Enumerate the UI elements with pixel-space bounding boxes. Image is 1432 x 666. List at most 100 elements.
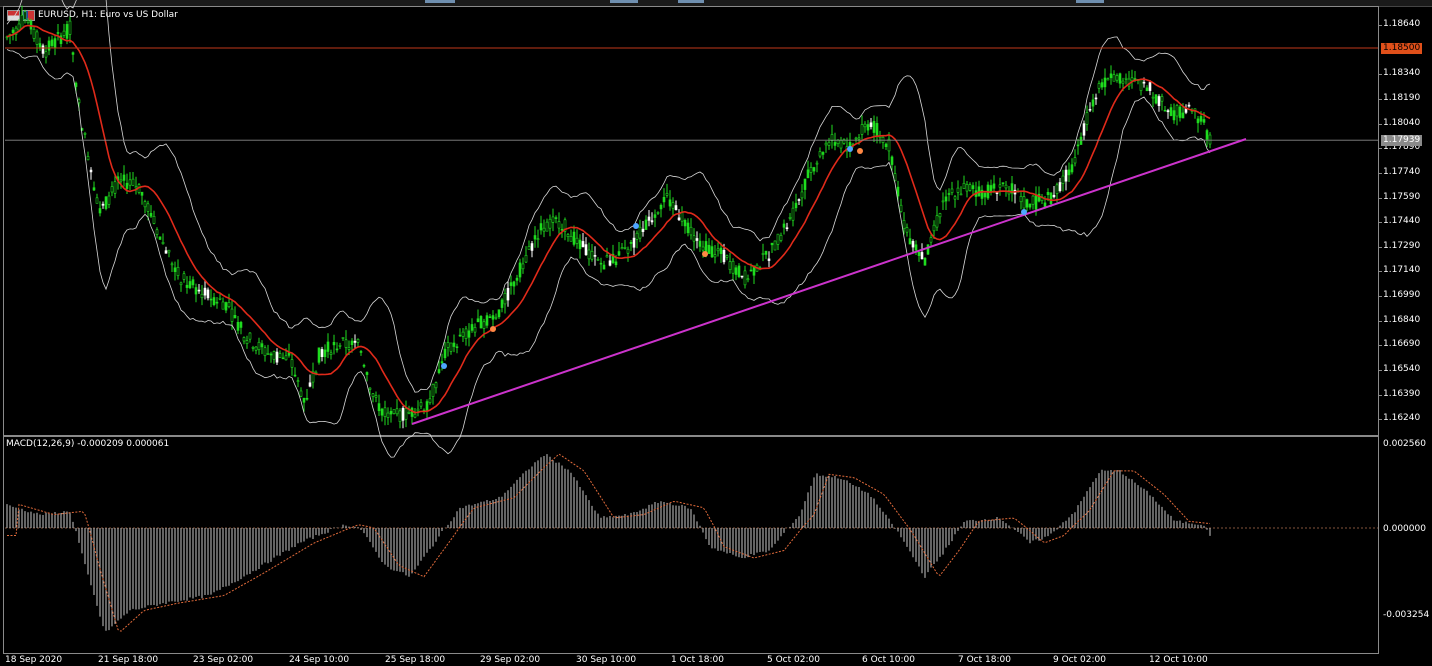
candle-body xyxy=(17,23,21,31)
candle-body xyxy=(74,82,78,87)
candle-body xyxy=(1106,78,1110,81)
candle-body xyxy=(1022,196,1026,209)
candle-body xyxy=(242,337,246,342)
candle-body xyxy=(1196,118,1200,124)
candle-body xyxy=(62,30,66,36)
trade-marker-icon xyxy=(847,146,853,152)
candle-body xyxy=(248,332,252,340)
candle-body xyxy=(785,227,789,230)
candle-body xyxy=(1025,199,1029,208)
candle-body xyxy=(737,265,741,277)
chart-canvas[interactable] xyxy=(0,0,1432,666)
candle-body xyxy=(356,339,360,343)
candle-body xyxy=(1178,106,1182,118)
candle-body xyxy=(1166,110,1170,113)
candle-body xyxy=(341,337,345,339)
candle-body xyxy=(944,196,948,202)
candle-body xyxy=(278,353,282,358)
candle-body xyxy=(1157,96,1161,106)
candle-body xyxy=(38,43,42,48)
candle-body xyxy=(1088,108,1092,111)
candle-body xyxy=(1058,182,1062,192)
candle-body xyxy=(362,364,366,367)
moving-average-line xyxy=(6,24,1211,414)
candle-body xyxy=(641,228,645,232)
candle-body xyxy=(410,407,414,417)
candle-body xyxy=(161,241,165,245)
candle-body xyxy=(809,166,813,173)
candle-body xyxy=(914,244,918,251)
candle-body xyxy=(668,199,672,207)
candle-body xyxy=(632,237,636,248)
candle-body xyxy=(128,179,132,186)
candle-body xyxy=(413,413,417,418)
candle-body xyxy=(404,408,408,420)
candle-body xyxy=(1160,96,1164,102)
candle-body xyxy=(599,262,603,265)
candle-body xyxy=(386,412,390,418)
candle-body xyxy=(1076,144,1080,147)
candle-body xyxy=(65,24,69,39)
candle-body xyxy=(464,328,468,339)
candle-body xyxy=(533,235,537,240)
candle-body xyxy=(776,233,780,245)
candle-body xyxy=(1052,194,1056,198)
candle-body xyxy=(458,334,462,337)
candle-body xyxy=(488,316,492,319)
candle-body xyxy=(293,374,297,377)
candle-body xyxy=(275,351,279,363)
candle-body xyxy=(1103,77,1107,88)
candle-body xyxy=(323,349,327,358)
candle-body xyxy=(1118,73,1122,84)
trade-marker-icon xyxy=(633,223,639,229)
candle-body xyxy=(152,216,156,224)
candle-body xyxy=(749,269,753,272)
candle-body xyxy=(191,279,195,286)
candle-body xyxy=(1031,195,1035,205)
candle-body xyxy=(446,342,450,348)
candle-body xyxy=(77,99,81,104)
candle-body xyxy=(461,331,465,337)
candle-body xyxy=(968,184,972,191)
candle-body xyxy=(491,315,495,320)
candle-body xyxy=(1001,182,1005,184)
candle-body xyxy=(1115,75,1119,81)
candle-body xyxy=(557,221,561,229)
candle-body xyxy=(635,232,639,240)
candle-body xyxy=(788,217,792,219)
candle-body xyxy=(398,410,402,422)
candle-body xyxy=(1079,136,1083,145)
candle-body xyxy=(182,273,186,280)
candle-body xyxy=(389,411,393,415)
candle-body xyxy=(650,220,654,223)
candle-body xyxy=(1202,119,1206,123)
candle-body xyxy=(1169,107,1173,116)
candle-body xyxy=(593,255,597,257)
candle-body xyxy=(983,192,987,198)
candle-body xyxy=(473,327,477,333)
candle-body xyxy=(923,257,927,266)
candle-body xyxy=(566,234,570,237)
candle-body xyxy=(524,255,528,263)
candle-body xyxy=(395,408,399,415)
candle-body xyxy=(728,261,732,270)
candle-body xyxy=(1061,175,1065,184)
candle-body xyxy=(1046,191,1050,195)
candle-body xyxy=(899,204,903,212)
candle-body xyxy=(428,398,432,403)
candle-body xyxy=(731,260,735,274)
candle-body xyxy=(131,178,135,186)
candle-body xyxy=(1034,195,1038,210)
candle-body xyxy=(407,412,411,414)
candle-body xyxy=(344,339,348,348)
candle-body xyxy=(1094,97,1098,100)
candle-body xyxy=(56,32,60,34)
candle-body xyxy=(329,352,333,355)
candle-body xyxy=(1085,112,1089,125)
candle-body xyxy=(671,202,675,209)
candle-body xyxy=(548,218,552,229)
candle-body xyxy=(44,51,48,58)
candle-body xyxy=(857,137,861,140)
candle-body xyxy=(716,248,720,252)
candle-body xyxy=(1049,192,1053,205)
